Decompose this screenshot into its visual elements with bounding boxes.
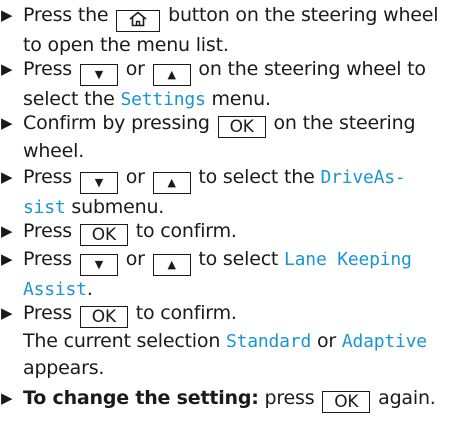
step-text: press (258, 387, 321, 409)
display-text-lane-keeping: Lane Keeping (284, 249, 412, 270)
bullet-triangle-icon: ▶ (1, 168, 13, 186)
step-text: on the steering (267, 112, 416, 134)
instruction-step: ▶ Press ▼ or ▲ to select the DriveAs- si… (0, 164, 464, 221)
step-text: or (119, 58, 151, 80)
step-text: Press (23, 302, 78, 324)
bullet-triangle-icon: ▶ (1, 114, 13, 132)
step-text: appears. (23, 357, 105, 379)
step-text: Press (23, 58, 78, 80)
step-text: submenu. (65, 196, 165, 218)
display-text-driveassist-cont: sist (23, 197, 66, 218)
step-text: to open the menu list. (23, 34, 229, 56)
bullet-triangle-icon: ▶ (1, 250, 13, 268)
instruction-step: ▶ Press OK to confirm. (0, 218, 464, 246)
down-arrow-key: ▼ (79, 64, 118, 86)
step-text: . (86, 278, 93, 300)
step-text: Press the (23, 4, 115, 26)
down-arrow-key: ▼ (79, 172, 118, 194)
instruction-step: ▶ To change the setting: press OK again. (0, 385, 464, 413)
step-text: Press (23, 220, 78, 242)
step-text: or (311, 330, 342, 352)
step-text: The current selection (23, 330, 226, 352)
instruction-step: ▶ Press ▼ or ▲ to select Lane Keeping As… (0, 246, 464, 303)
display-text-adaptive: Adaptive (341, 331, 427, 352)
step-text: again. (372, 387, 436, 409)
instruction-step: ▶ Press the button on the steering wheel… (0, 2, 464, 58)
step-text: select the (23, 88, 121, 110)
step-text: on the steering wheel to (192, 58, 426, 80)
down-arrow-key: ▼ (79, 254, 118, 276)
display-text-standard: Standard (226, 331, 312, 352)
instruction-step: ▶ Press OK to confirm. The current selec… (0, 300, 464, 381)
step-text: or (119, 248, 151, 270)
step-text: or (119, 166, 151, 188)
step-text: wheel. (23, 140, 85, 162)
step-text: to confirm. (129, 302, 237, 324)
ok-key: OK (79, 224, 128, 246)
display-text-assist: Assist (23, 279, 87, 300)
bullet-triangle-icon: ▶ (1, 60, 13, 78)
step-text: menu. (205, 88, 271, 110)
home-button-key (116, 10, 161, 32)
step-text: Press (23, 248, 78, 270)
ok-key: OK (217, 116, 266, 138)
ok-key: OK (79, 306, 128, 328)
instruction-step: ▶ Confirm by pressing OK on the steering… (0, 110, 464, 164)
step-text: Press (23, 166, 78, 188)
display-text-driveassist: DriveAs- (320, 167, 406, 188)
ok-key: OK (322, 391, 371, 413)
step-text: to select the (192, 166, 321, 188)
bullet-triangle-icon: ▶ (1, 222, 13, 240)
bullet-triangle-icon: ▶ (1, 304, 13, 322)
up-arrow-key: ▲ (152, 254, 191, 276)
bullet-triangle-icon: ▶ (1, 389, 13, 407)
bullet-triangle-icon: ▶ (1, 6, 13, 24)
step-heading: To change the setting: (23, 387, 259, 409)
step-text: to confirm. (129, 220, 237, 242)
instruction-document: ▶ Press the button on the steering wheel… (0, 0, 464, 423)
step-text: button on the steering wheel (162, 4, 439, 26)
display-text-settings: Settings (120, 89, 206, 110)
up-arrow-key: ▲ (152, 64, 191, 86)
step-text: to select (192, 248, 285, 270)
up-arrow-key: ▲ (152, 172, 191, 194)
instruction-step: ▶ Press ▼ or ▲ on the steering wheel to … (0, 56, 464, 113)
home-icon (129, 11, 147, 27)
step-text: Confirm by pressing (23, 112, 216, 134)
